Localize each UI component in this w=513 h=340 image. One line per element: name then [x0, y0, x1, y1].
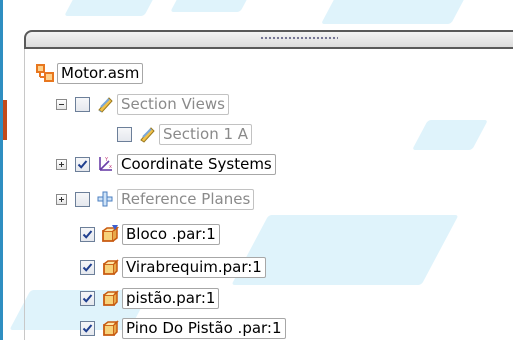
- tree-item-label: Reference Planes: [117, 188, 255, 210]
- part-active-icon: [102, 225, 119, 242]
- tree-item-label: Coordinate Systems: [117, 153, 276, 175]
- assembly-icon: [36, 64, 54, 82]
- tree-item-label: Section Views: [117, 93, 229, 115]
- section-view-icon: [140, 127, 155, 143]
- visibility-checkbox[interactable]: [117, 126, 132, 142]
- expand-toggle-icon[interactable]: [56, 158, 67, 170]
- watermark-shape: [64, 0, 156, 16]
- tree-item-label: Section 1 A: [159, 123, 253, 145]
- watermark-shape: [320, 0, 470, 24]
- part-icon: [103, 290, 119, 306]
- tree-item-virabrequim[interactable]: Virabrequim.par:1: [80, 255, 266, 279]
- tree-item-section-views[interactable]: Section Views: [56, 92, 229, 116]
- window-edge-marker: [3, 100, 7, 140]
- tree-item-reference-planes[interactable]: Reference Planes: [56, 187, 255, 211]
- tree-item-bloco[interactable]: Bloco .par:1: [80, 222, 220, 246]
- tree-item-coordinate-systems[interactable]: Y x Coordinate Systems: [56, 152, 276, 176]
- part-icon: [103, 259, 119, 275]
- tree-item-section-1a[interactable]: Section 1 A: [117, 122, 253, 146]
- section-view-icon: [98, 97, 113, 113]
- visibility-checkbox[interactable]: [75, 156, 90, 172]
- collapse-toggle-icon[interactable]: [56, 98, 67, 110]
- tree-item-label: Virabrequim.par:1: [122, 256, 266, 278]
- tree-item-label: Bloco .par:1: [122, 223, 220, 245]
- watermark-shape: [170, 0, 250, 12]
- window-edge: [0, 0, 3, 340]
- visibility-checkbox[interactable]: [80, 259, 95, 275]
- visibility-checkbox[interactable]: [80, 226, 95, 242]
- tree-root-item[interactable]: Motor.asm: [36, 61, 144, 85]
- coordinate-system-icon: Y x: [99, 157, 112, 171]
- tree-item-label: Pino Do Pistão .par:1: [122, 317, 286, 339]
- pane-header-bar[interactable]: [24, 30, 513, 49]
- visibility-checkbox[interactable]: [75, 191, 90, 207]
- tree-item-pistao[interactable]: pistão.par:1: [80, 286, 220, 310]
- drag-grip-handle[interactable]: [260, 36, 338, 41]
- tree-root-label: Motor.asm: [57, 62, 144, 84]
- visibility-checkbox[interactable]: [75, 96, 90, 112]
- visibility-checkbox[interactable]: [80, 320, 95, 336]
- reference-plane-icon: [97, 191, 113, 207]
- tree-item-label: pistão.par:1: [122, 287, 220, 309]
- expand-toggle-icon[interactable]: [56, 193, 67, 205]
- part-icon: [103, 320, 119, 336]
- visibility-checkbox[interactable]: [80, 290, 95, 306]
- tree-item-pino-do-pistao[interactable]: Pino Do Pistão .par:1: [80, 316, 286, 340]
- svg-text:x: x: [109, 164, 112, 170]
